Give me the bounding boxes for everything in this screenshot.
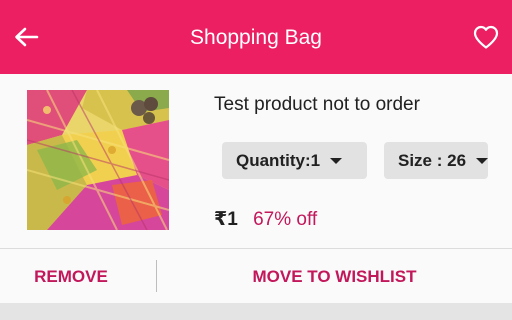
heart-outline-icon <box>473 25 499 49</box>
price-row: ₹1 67% off <box>214 208 317 231</box>
remove-button[interactable]: REMOVE <box>0 249 142 305</box>
size-label: Size : 26 <box>398 150 467 170</box>
product-image[interactable] <box>27 90 169 230</box>
cart-item-card: Test product not to order Quantity:1 Siz… <box>0 74 512 248</box>
wishlist-button[interactable] <box>466 17 506 57</box>
app-bar: Shopping Bag <box>0 0 512 74</box>
section-separator <box>0 303 512 320</box>
caret-down-icon <box>476 157 488 164</box>
quantity-label: Quantity:1 <box>236 150 321 170</box>
caret-down-icon <box>330 157 343 164</box>
size-selector[interactable]: Size : 26 <box>384 142 488 179</box>
product-name: Test product not to order <box>214 94 420 115</box>
move-to-wishlist-button[interactable]: MOVE TO WISHLIST <box>157 249 512 305</box>
price: ₹1 <box>214 209 238 230</box>
quantity-selector[interactable]: Quantity:1 <box>222 142 367 179</box>
discount-label: 67% off <box>253 209 318 230</box>
item-actions: REMOVE MOVE TO WISHLIST <box>0 248 512 304</box>
page-title: Shopping Bag <box>190 26 322 49</box>
